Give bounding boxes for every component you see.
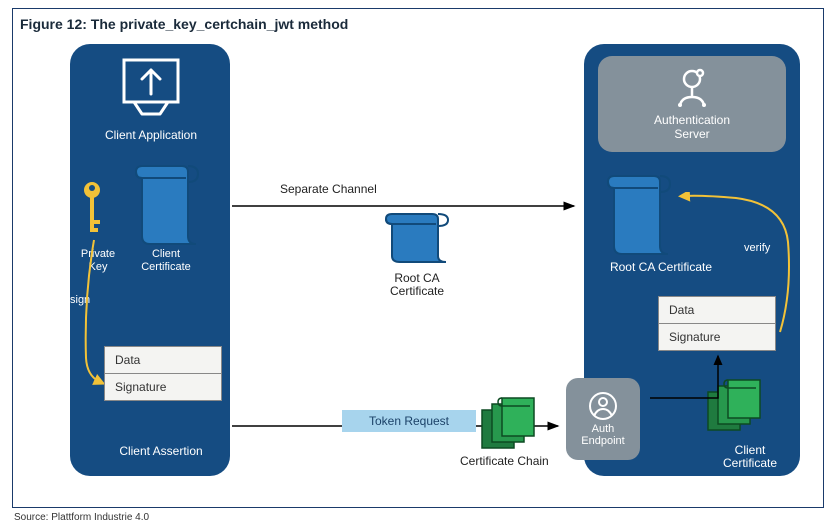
client-assertion-box: Data Signature	[104, 346, 222, 401]
private-key-label: Private Key	[74, 248, 122, 274]
certificate-chain-label: Certificate Chain	[460, 454, 549, 468]
up-arrow	[648, 352, 728, 402]
upload-icon	[122, 58, 180, 116]
source-line: Source: Plattform Industrie 4.0	[14, 512, 149, 523]
scroll-icon	[128, 156, 206, 248]
scroll-icon	[378, 206, 456, 266]
key-icon	[80, 180, 104, 240]
client-application-label: Client Application	[86, 128, 216, 142]
figure-title: Figure 12: The private_key_certchain_jwt…	[20, 16, 348, 32]
client-assertion-label: Client Assertion	[96, 444, 226, 458]
auth-server-box: Authentication Server	[598, 56, 786, 152]
separate-channel-label: Separate Channel	[280, 182, 377, 196]
sign-label: sign	[70, 294, 90, 306]
root-ca-right-label: Root CA Certificate	[596, 260, 726, 274]
scroll-icon	[600, 166, 678, 258]
certificate-chain-icon	[480, 396, 540, 452]
signature-cell: Signature	[105, 374, 221, 400]
data-cell: Data	[659, 297, 775, 324]
auth-endpoint-label: Auth Endpoint	[581, 423, 624, 447]
signature-cell: Signature	[659, 324, 775, 350]
client-certificate-right-label: Client Certificate	[710, 444, 790, 470]
auth-server-label: Authentication Server	[654, 113, 730, 141]
token-request-label: Token Request	[342, 410, 476, 432]
root-ca-mid-label: Root CA Certificate	[372, 272, 462, 298]
data-cell: Data	[105, 347, 221, 374]
network-icon	[670, 67, 714, 107]
assertion-box-right: Data Signature	[658, 296, 776, 351]
auth-endpoint-box: Auth Endpoint	[566, 378, 640, 460]
verify-label: verify	[744, 242, 770, 254]
client-certificate-label: Client Certificate	[126, 248, 206, 274]
user-icon	[588, 391, 618, 421]
